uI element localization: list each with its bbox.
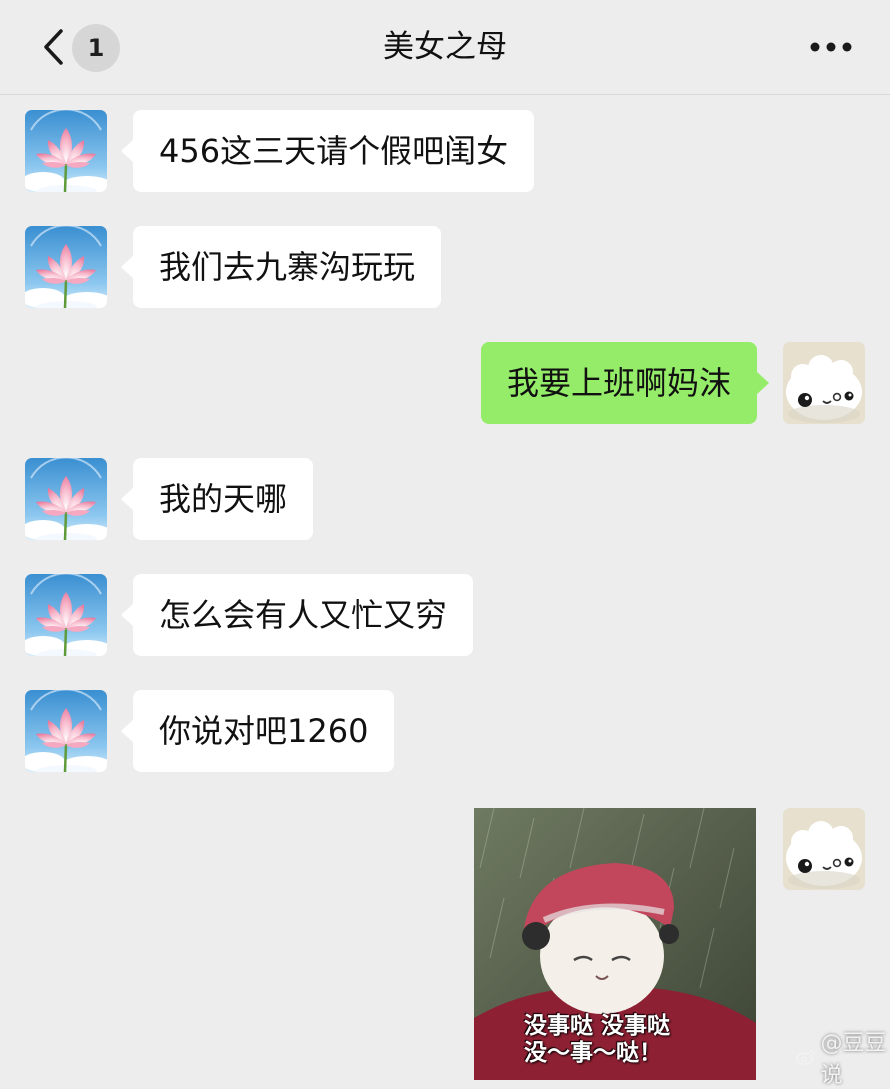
contact-avatar[interactable] (25, 226, 107, 308)
sticker-caption: 没事哒 没事哒 没～事～哒！ (524, 1013, 670, 1067)
weibo-icon (796, 1049, 815, 1065)
my-avatar[interactable] (783, 808, 865, 890)
chat-title: 美女之母 (383, 29, 507, 65)
contact-avatar[interactable] (25, 574, 107, 656)
watermark-text: @豆豆说 (820, 1031, 887, 1088)
my-avatar[interactable] (783, 342, 865, 424)
incoming-message-bubble[interactable]: 你说对吧1260 (120, 690, 395, 772)
incoming-message-bubble[interactable]: 我的天哪 (120, 458, 314, 540)
outgoing-message-bubble[interactable]: 我要上班啊妈沫 (480, 342, 770, 424)
contact-avatar[interactable] (25, 690, 107, 772)
sticker-message[interactable]: 没事哒 没事哒 没～事～哒！ (474, 808, 756, 1080)
incoming-message-bubble[interactable]: 怎么会有人又忙又穷 (120, 574, 474, 656)
ellipsis-icon (810, 42, 852, 52)
contact-avatar[interactable] (25, 110, 107, 192)
back-button[interactable] (38, 22, 68, 72)
sticker-caption-line-1: 没事哒 没事哒 (524, 1013, 671, 1039)
unread-count-badge[interactable]: 1 (72, 24, 120, 72)
sticker-caption-line-2: 没～事～哒！ (524, 1040, 662, 1066)
contact-avatar[interactable] (25, 458, 107, 540)
watermark: @豆豆说 (796, 1031, 890, 1088)
more-options-button[interactable] (805, 22, 857, 72)
chat-header: 1 美女之母 (0, 0, 890, 95)
incoming-message-bubble[interactable]: 456这三天请个假吧闺女 (120, 110, 535, 192)
chevron-left-icon (44, 29, 63, 65)
incoming-message-bubble[interactable]: 我们去九寨沟玩玩 (120, 226, 442, 308)
